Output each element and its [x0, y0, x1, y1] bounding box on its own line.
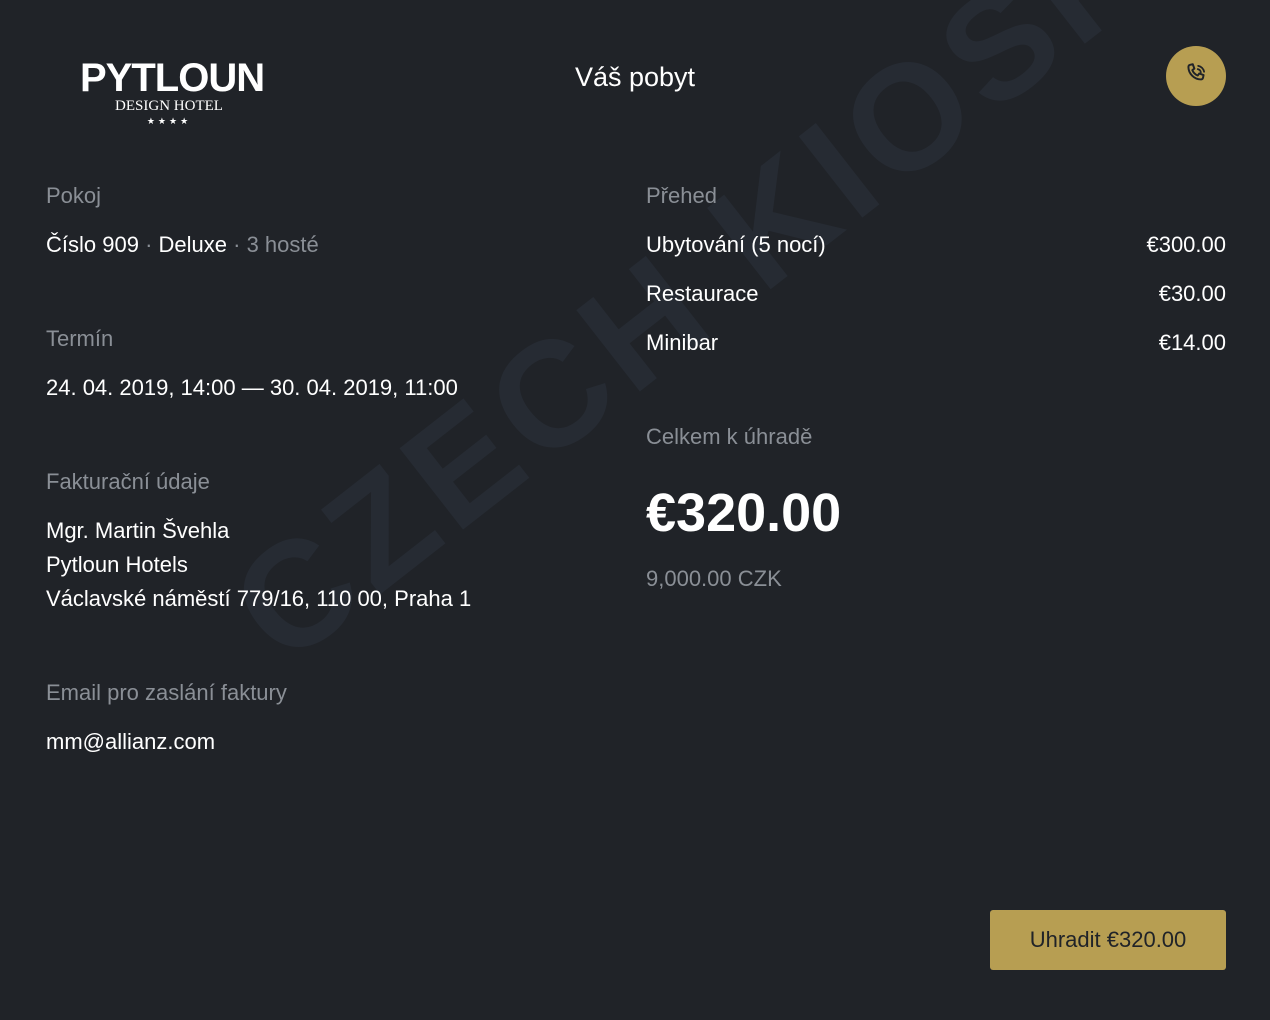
room-type: Deluxe — [158, 232, 227, 257]
call-button[interactable] — [1166, 46, 1226, 106]
item-name: Minibar — [646, 330, 719, 355]
item-price: €14.00 — [1158, 330, 1226, 355]
billing-company: Pytloun Hotels — [46, 552, 188, 577]
total-amount: €320.00 — [646, 483, 842, 543]
email-label: Email pro zaslání faktury — [46, 680, 287, 705]
logo-stars: ★★★★ — [146, 116, 192, 126]
term-value: 24. 04. 2019, 14:00 — 30. 04. 2019, 11:0… — [46, 375, 458, 400]
overview-item: Minibar €14.00 — [646, 330, 1226, 356]
billing-address: Václavské náměstí 779/16, 110 00, Praha … — [46, 586, 472, 611]
item-price: €30.00 — [1158, 281, 1226, 306]
room-label: Pokoj — [46, 183, 102, 208]
pay-button[interactable]: Uhradit €320.00 — [990, 910, 1226, 970]
overview-label: Přehed — [646, 183, 717, 208]
term-label: Termín — [46, 326, 114, 351]
separator: · — [227, 232, 247, 257]
separator: · — [138, 232, 159, 257]
page-title: Váš pobyt — [574, 62, 696, 92]
room-guests: 3 hosté — [246, 232, 319, 257]
billing-label: Fakturační údaje — [46, 469, 210, 494]
room-value: Číslo 909 · Deluxe · 3 hosté — [46, 228, 319, 262]
phone-icon — [1183, 61, 1209, 92]
logo-subtitle: DESIGN HOTEL — [115, 98, 223, 114]
item-name: Restaurace — [646, 281, 759, 306]
item-name: Ubytování (5 nocí) — [646, 232, 826, 257]
item-price: €300.00 — [1146, 232, 1226, 257]
overview-item: Restaurace €30.00 — [646, 281, 1226, 307]
total-czk: 9,000.00 CZK — [646, 566, 782, 591]
overview-item: Ubytování (5 nocí) €300.00 — [646, 232, 1226, 258]
billing-name: Mgr. Martin Švehla — [46, 518, 230, 543]
total-label: Celkem k úhradě — [646, 424, 813, 449]
email-value: mm@allianz.com — [46, 729, 216, 754]
room-number: Číslo 909 — [46, 232, 139, 257]
